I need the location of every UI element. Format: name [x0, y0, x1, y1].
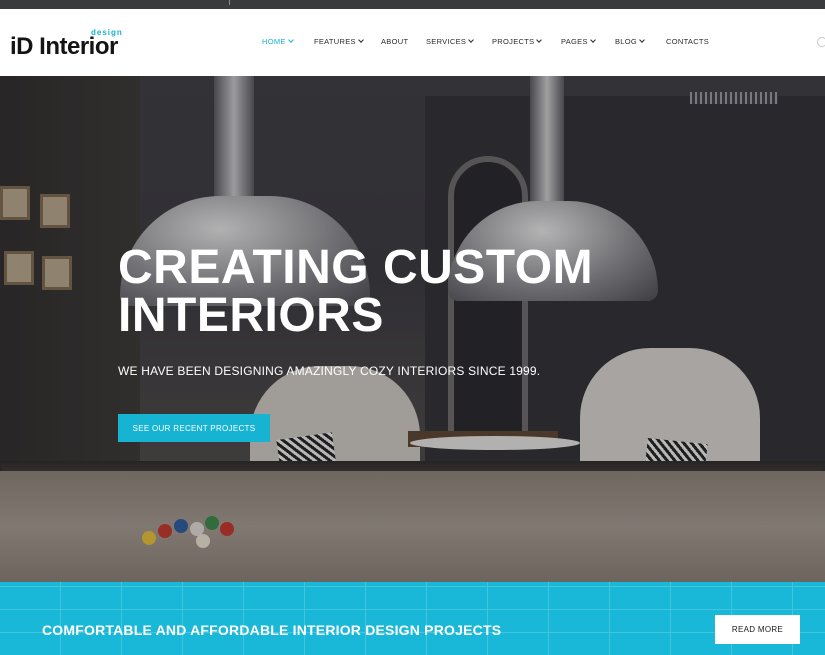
nav-item-label: HOME: [262, 37, 286, 46]
top-bar-divider: [229, 0, 230, 5]
nav-item-projects[interactable]: PROJECTS: [492, 37, 561, 46]
nav-item-label: ABOUT: [381, 37, 409, 46]
nav-item-label: PAGES: [561, 37, 588, 46]
nav-item-contacts[interactable]: CONTACTS: [666, 37, 716, 46]
nav-item-pages[interactable]: PAGES: [561, 37, 615, 46]
nav-item-label: BLOG: [615, 37, 638, 46]
chevron-down-icon: [639, 37, 645, 43]
nav-item-services[interactable]: SERVICES: [426, 37, 492, 46]
hero-subtitle: WE HAVE BEEN DESIGNING AMAZINGLY COZY IN…: [118, 364, 541, 378]
logo-text: iD Interior: [10, 33, 118, 60]
band-text: COMFORTABLE AND AFFORDABLE INTERIOR DESI…: [42, 622, 502, 638]
see-projects-button[interactable]: SEE OUR RECENT PROJECTS: [118, 414, 270, 442]
hero-section: CREATING CUSTOM INTERIORS WE HAVE BEEN D…: [0, 76, 825, 582]
nav-item-label: PROJECTS: [492, 37, 535, 46]
nav-item-label: FEATURES: [314, 37, 356, 46]
top-bar: [0, 0, 825, 9]
chevron-down-icon: [468, 37, 475, 43]
nav-item-home[interactable]: HOME: [262, 37, 314, 46]
nav-item-blog[interactable]: BLOG: [615, 37, 666, 46]
cta-band: COMFORTABLE AND AFFORDABLE INTERIOR DESI…: [0, 582, 825, 655]
hero-title: CREATING CUSTOM INTERIORS: [118, 241, 594, 342]
chevron-down-icon: [536, 37, 543, 43]
nav-item-label: CONTACTS: [666, 37, 710, 46]
band-blueprint-pattern: [0, 582, 825, 655]
nav-item-about[interactable]: ABOUT: [381, 37, 426, 46]
site-header: design iD Interior HOME FEATURES ABOUT S…: [0, 9, 825, 76]
chevron-down-icon: [358, 37, 364, 43]
nav-item-features[interactable]: FEATURES: [314, 37, 381, 46]
nav-item-label: SERVICES: [426, 37, 467, 46]
chevron-down-icon: [287, 37, 294, 43]
main-nav: HOME FEATURES ABOUT SERVICES PROJECTS PA…: [262, 37, 716, 46]
chevron-down-icon: [589, 37, 596, 43]
search-icon[interactable]: [817, 37, 825, 47]
read-more-button[interactable]: READ MORE: [715, 615, 800, 644]
